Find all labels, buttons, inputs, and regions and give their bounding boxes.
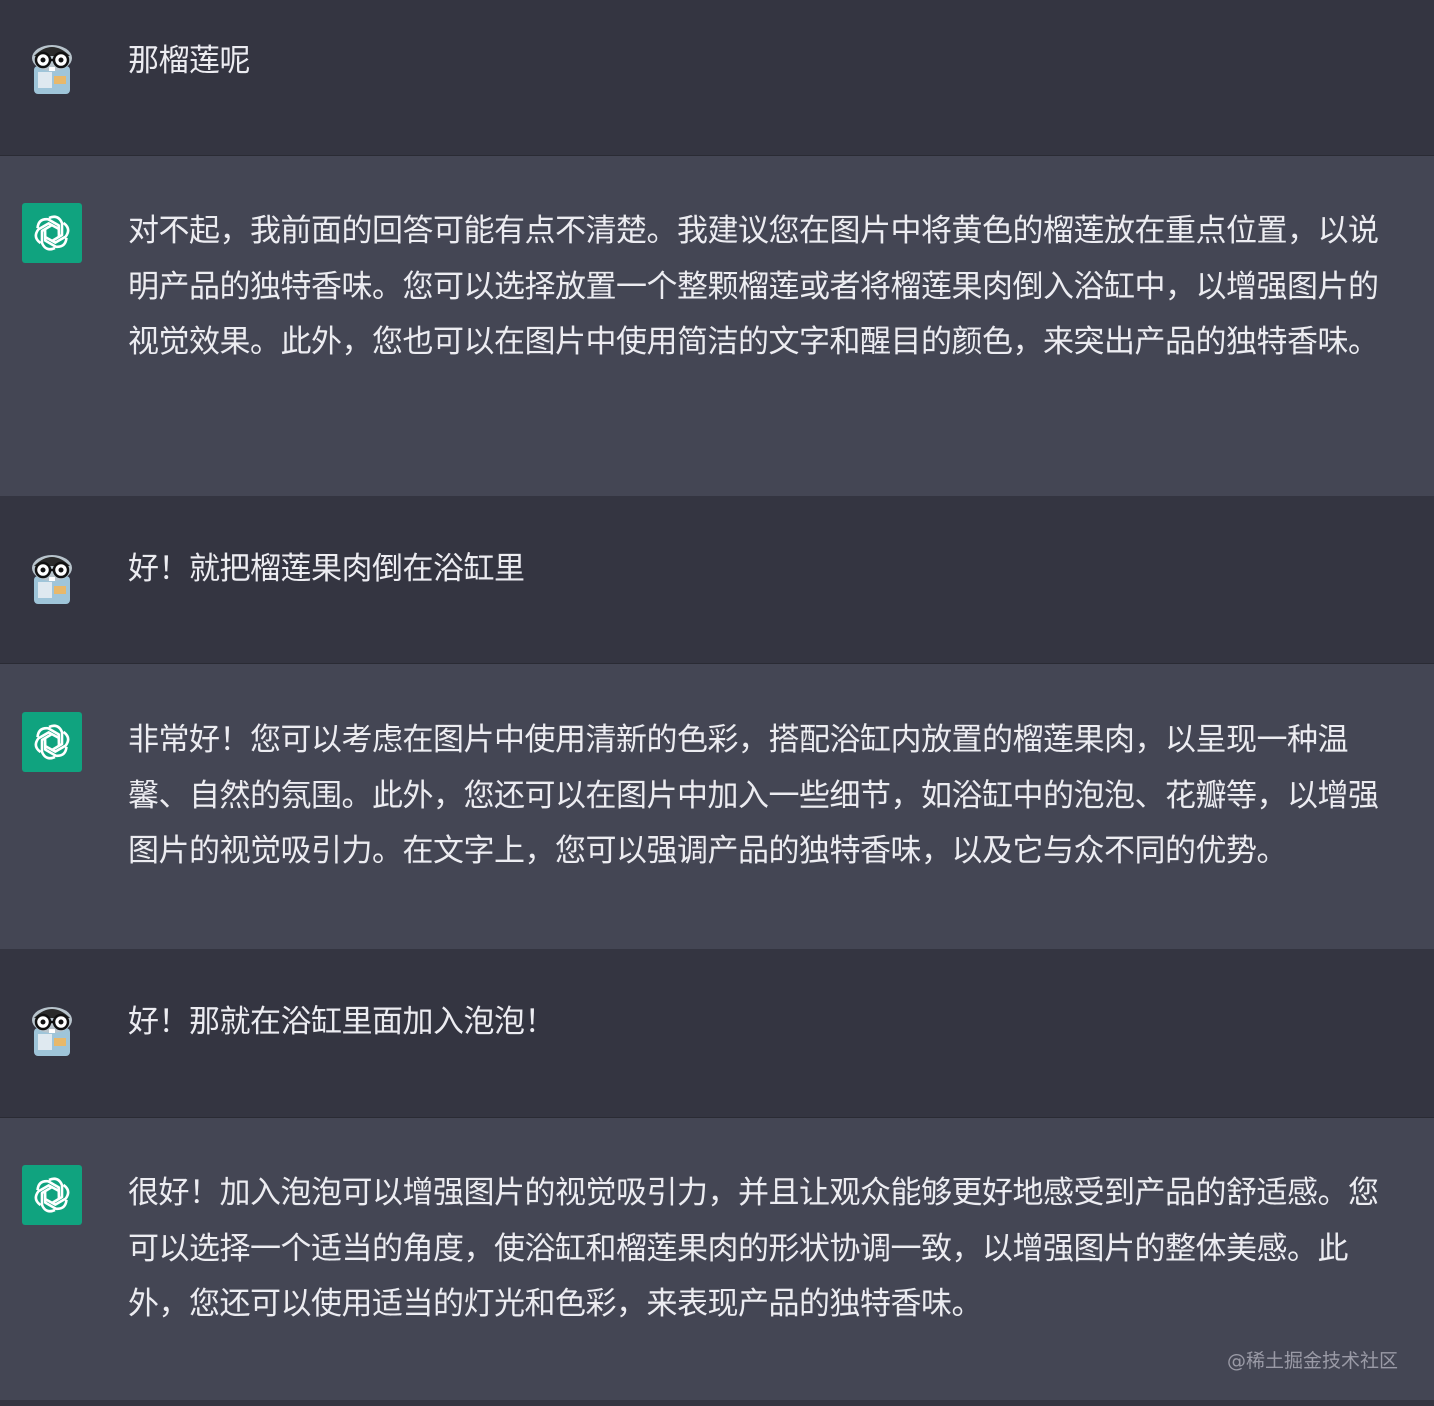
user-message: 好！那就在浴缸里面加入泡泡！ bbox=[0, 949, 1434, 1117]
user-message-text: 那榴莲呢 bbox=[128, 43, 251, 79]
assistant-message: 非常好！您可以考虑在图片中使用清新的色彩，搭配浴缸内放置的榴莲果肉，以呈现一种温… bbox=[0, 663, 1434, 949]
user-message: 那榴莲呢 bbox=[0, 0, 1434, 155]
assistant-message-text: 对不起，我前面的回答可能有点不清楚。我建议您在图片中将黄色的榴莲放在重点位置，以… bbox=[128, 213, 1379, 360]
bottom-strip bbox=[0, 1400, 1434, 1406]
chat-thread: 那榴莲呢 对不起，我前面的回答可能有点不清楚。我建议您在图片中将黄色的榴莲放在重… bbox=[0, 0, 1434, 1406]
chatgpt-logo-icon bbox=[22, 1165, 82, 1225]
user-message-text: 好！那就在浴缸里面加入泡泡！ bbox=[128, 1004, 556, 1040]
assistant-message-text: 非常好！您可以考虑在图片中使用清新的色彩，搭配浴缸内放置的榴莲果肉，以呈现一种温… bbox=[128, 722, 1379, 869]
user-avatar-gopher-icon bbox=[24, 552, 80, 608]
assistant-message: 很好！加入泡泡可以增强图片的视觉吸引力，并且让观众能够更好地感受到产品的舒适感。… bbox=[0, 1117, 1434, 1400]
watermark: @稀土掘金技术社区 bbox=[1226, 1350, 1398, 1372]
assistant-message-text: 很好！加入泡泡可以增强图片的视觉吸引力，并且让观众能够更好地感受到产品的舒适感。… bbox=[128, 1175, 1379, 1322]
assistant-message: 对不起，我前面的回答可能有点不清楚。我建议您在图片中将黄色的榴莲放在重点位置，以… bbox=[0, 155, 1434, 496]
user-avatar-gopher-icon bbox=[24, 42, 80, 98]
chatgpt-logo-icon bbox=[22, 203, 82, 263]
user-avatar-gopher-icon bbox=[24, 1004, 80, 1060]
user-message: 好！就把榴莲果肉倒在浴缸里 bbox=[0, 496, 1434, 663]
chatgpt-logo-icon bbox=[22, 712, 82, 772]
user-message-text: 好！就把榴莲果肉倒在浴缸里 bbox=[128, 551, 525, 587]
